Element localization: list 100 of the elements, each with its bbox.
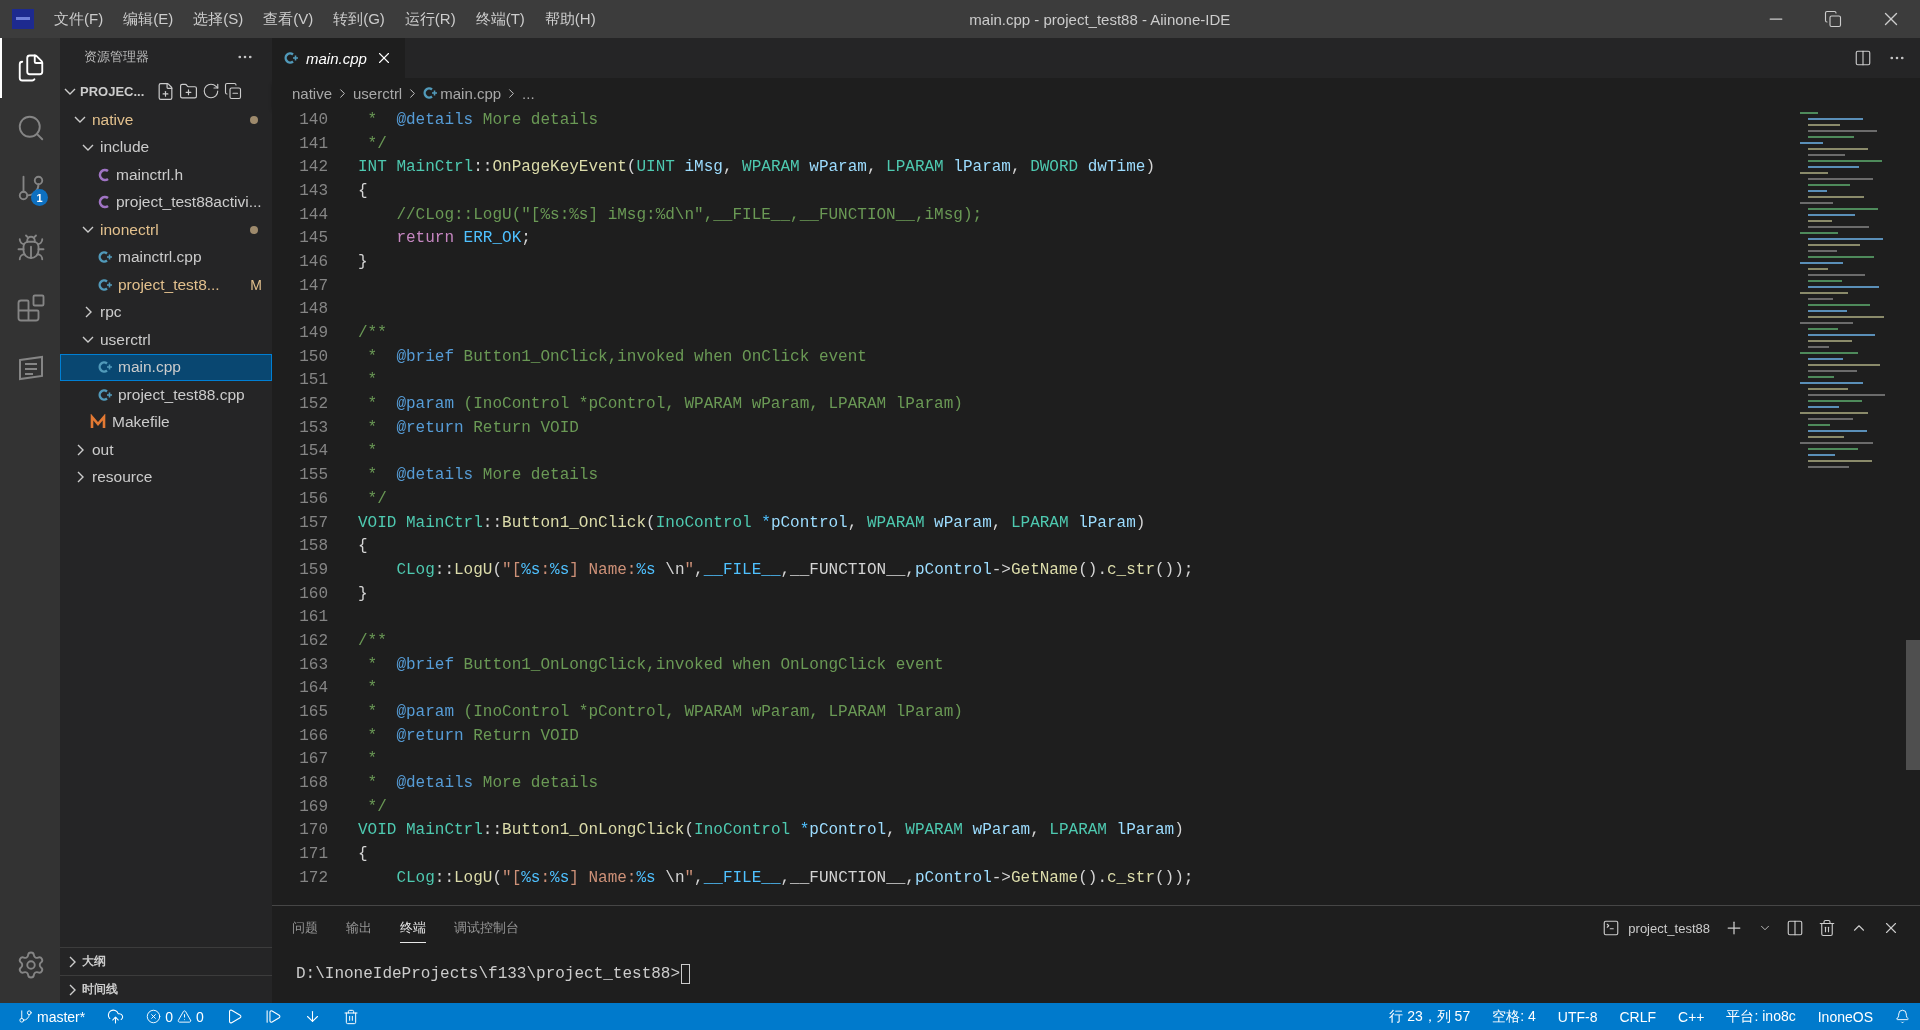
code-line: * @brief Button1_OnClick,invoked when OnClick event	[366, 347, 867, 366]
status-item[interactable]: 平台: ino8c	[1726, 1007, 1796, 1026]
menu-item[interactable]: 文件(F)	[46, 9, 112, 29]
chevron-down-icon	[82, 336, 94, 344]
code-line: *	[366, 442, 378, 461]
warning-count[interactable]: 0	[196, 1008, 204, 1025]
folder-item[interactable]: rpc	[60, 298, 272, 326]
branch-icon	[18, 1009, 33, 1024]
count-badge: 1	[31, 189, 48, 206]
status-item[interactable]: UTF-8	[1557, 1008, 1598, 1025]
line-number: 169	[298, 797, 328, 816]
menu-item[interactable]: 转到(G)	[325, 9, 393, 29]
section-header[interactable]: 时间线	[82, 981, 118, 998]
folder-item[interactable]: userctrl	[60, 326, 272, 354]
line-number: 143	[298, 181, 328, 200]
line-number: 172	[298, 868, 328, 887]
line-number: 145	[298, 229, 328, 248]
editor-tab[interactable]: main.cpp	[272, 38, 405, 78]
split-editor-icon[interactable]	[1854, 49, 1872, 67]
status-item[interactable]: InoneOS	[1817, 1008, 1873, 1025]
file-item[interactable]: mainctrl.h	[60, 161, 272, 189]
code-line: //CLog::LogU("[%s:%s] iMsg:%d\n",__FILE__,__FUNCTION__,iMsg);	[395, 205, 983, 224]
code-line: *	[366, 750, 378, 769]
branch-name[interactable]: master*	[37, 1008, 86, 1025]
menu-item[interactable]: 运行(R)	[396, 9, 464, 29]
breadcrumb[interactable]: userctrl	[353, 84, 403, 102]
file-item[interactable]: project_test88activi...	[60, 188, 272, 216]
folder-item[interactable]: out	[60, 436, 272, 464]
git-status-letter: M	[250, 276, 262, 293]
file-item[interactable]: mainctrl.cpp	[60, 243, 272, 271]
panel-tab[interactable]: 输出	[346, 913, 372, 943]
chevron-down-icon	[82, 143, 94, 151]
panel-tab[interactable]: 问题	[292, 913, 318, 943]
status-item[interactable]: C++	[1678, 1008, 1705, 1025]
code-line: * @param (InoControl *pControl, WPARAM wParam, LPARAM lParam)	[366, 395, 963, 414]
menu-item[interactable]: 编辑(E)	[115, 9, 182, 29]
code-line: VOID MainCtrl::Button1_OnLongClick(InoControl *pControl, WPARAM wParam, LPARAM lParam)	[358, 821, 1184, 840]
run-debug-icon	[16, 233, 46, 263]
section-header[interactable]: 大纲	[82, 953, 106, 970]
breadcrumb[interactable]: native	[292, 84, 333, 102]
folder-item[interactable]: native	[60, 106, 272, 134]
cpp-file-icon	[284, 50, 298, 66]
terminal-name[interactable]: project_test88	[1628, 920, 1710, 936]
menu-item[interactable]: 选择(S)	[185, 9, 252, 29]
folder-item[interactable]: resource	[60, 463, 272, 491]
status-item[interactable]: 行 23，列 57	[1389, 1007, 1471, 1026]
folder-item[interactable]: include	[60, 133, 272, 161]
panel-tab[interactable]: 终端	[400, 913, 426, 943]
c-file-icon	[98, 195, 110, 210]
line-number: 155	[298, 466, 328, 485]
menu-item[interactable]: 查看(V)	[255, 9, 322, 29]
warning-icon	[177, 1009, 193, 1024]
split-terminal-icon[interactable]	[1786, 919, 1804, 937]
refresh-icon[interactable]	[202, 82, 221, 100]
menu-item[interactable]: 终端(T)	[467, 9, 533, 29]
cloud-upload-icon[interactable]	[107, 1008, 125, 1025]
menu-item[interactable]: 帮助(H)	[536, 9, 604, 29]
code-line: return ERR_OK;	[395, 229, 531, 248]
trash-icon[interactable]	[1818, 919, 1836, 937]
file-item[interactable]: project_test88.cpp	[60, 381, 272, 409]
status-item[interactable]: 空格: 4	[1492, 1007, 1536, 1026]
line-number: 153	[298, 418, 328, 437]
breadcrumb[interactable]: ...	[522, 84, 535, 102]
project-title[interactable]: PROJEC...	[80, 83, 145, 99]
chevron-right-icon	[76, 471, 84, 484]
activity-button[interactable]: 1	[0, 158, 60, 218]
scrollbar-thumb[interactable]	[1906, 640, 1920, 770]
terminal-cursor	[681, 964, 691, 984]
code-line: }	[358, 252, 368, 271]
file-item[interactable]: Makefile	[60, 408, 272, 436]
cpp-file-icon	[98, 249, 112, 266]
code-line: */	[366, 134, 387, 153]
error-count[interactable]: 0	[165, 1008, 174, 1025]
code-line: VOID MainCtrl::Button1_OnClick(InoControl *pControl, WPARAM wParam, LPARAM lParam)	[358, 513, 1146, 532]
file-item[interactable]: main.cpp	[60, 353, 272, 381]
extensions-icon	[16, 293, 46, 323]
sidebar-title: 资源管理器	[84, 48, 149, 66]
collapse-all-icon[interactable]	[224, 82, 243, 100]
line-number: 142	[298, 158, 328, 177]
new-folder-icon[interactable]	[179, 81, 199, 101]
line-number: 147	[298, 276, 328, 295]
status-item[interactable]: CRLF	[1619, 1008, 1656, 1025]
window-title: main.cpp - project_test88 - Aiinone-IDE	[968, 10, 1232, 28]
breadcrumb[interactable]: main.cpp	[440, 84, 502, 102]
code-line: * @return Return VOID	[366, 726, 579, 745]
restore-icon[interactable]	[1824, 10, 1842, 28]
line-number: 170	[298, 821, 328, 840]
error-icon	[146, 1009, 162, 1024]
code-line: * @details More details	[366, 774, 599, 793]
step-icon[interactable]	[264, 1008, 282, 1025]
line-number: 151	[298, 371, 328, 390]
panel-tab[interactable]: 调试控制台	[454, 913, 519, 943]
code-line: */	[366, 797, 387, 816]
file-item[interactable]: project_test8... M	[60, 271, 272, 299]
code-line: }	[358, 584, 368, 603]
line-number: 156	[298, 489, 328, 508]
line-number: 160	[298, 584, 328, 603]
bell-icon[interactable]	[1895, 1009, 1910, 1024]
folder-item[interactable]: inonectrl	[60, 216, 272, 244]
settings-icon	[16, 950, 46, 980]
